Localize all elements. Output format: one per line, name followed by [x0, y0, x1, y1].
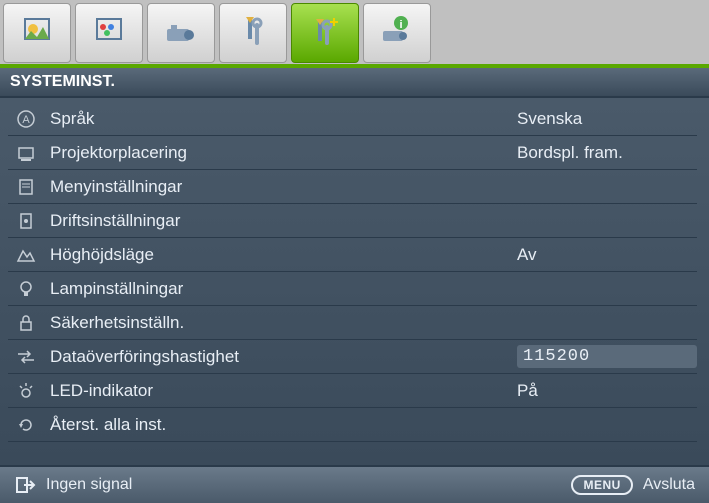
row-label: Säkerhetsinställn.	[44, 313, 517, 333]
row-security-settings[interactable]: Säkerhetsinställn.	[8, 306, 697, 340]
power-icon	[8, 210, 44, 232]
tools-plus-icon	[305, 13, 345, 53]
row-lamp-settings[interactable]: Lampinställningar	[8, 272, 697, 306]
row-baud-rate[interactable]: Dataöverföringshastighet 115200	[8, 340, 697, 374]
bulb-icon	[8, 278, 44, 300]
row-label: LED-indikator	[44, 381, 517, 401]
menu-button-hint[interactable]: MENU	[571, 475, 632, 495]
svg-text:A: A	[22, 114, 30, 126]
row-label: Menyinställningar	[44, 177, 517, 197]
menu-title: SYSTEMINST.	[0, 68, 709, 98]
row-value: På	[517, 381, 697, 401]
projector-info-icon: i	[377, 13, 417, 53]
row-reset-all[interactable]: Återst. alla inst.	[8, 408, 697, 442]
signal-status: Ingen signal	[46, 476, 561, 494]
row-operation-settings[interactable]: Driftsinställningar	[8, 204, 697, 238]
tab-bar: i	[0, 0, 709, 68]
menu-page-icon	[8, 176, 44, 198]
tab-picture[interactable]	[3, 3, 71, 63]
row-label: Driftsinställningar	[44, 211, 517, 231]
row-language[interactable]: A Språk Svenska	[8, 102, 697, 136]
reset-icon	[8, 414, 44, 436]
globe-letter-icon: A	[8, 108, 44, 130]
row-value: Bordspl. fram.	[517, 143, 697, 163]
row-label: Projektorplacering	[44, 143, 517, 163]
screen-palette-icon	[89, 13, 129, 53]
tab-setup-basic[interactable]	[219, 3, 287, 63]
row-value: Svenska	[517, 109, 697, 129]
tools-icon	[233, 13, 273, 53]
tab-info[interactable]: i	[363, 3, 431, 63]
row-high-altitude[interactable]: Höghöjdsläge Av	[8, 238, 697, 272]
tab-source[interactable]	[147, 3, 215, 63]
row-label: Dataöverföringshastighet	[44, 347, 517, 367]
row-projector-position[interactable]: Projektorplacering Bordspl. fram.	[8, 136, 697, 170]
row-value: Av	[517, 245, 697, 265]
row-label: Språk	[44, 109, 517, 129]
osd-menu: i SYSTEMINST. A Språk Svenska Projektorp…	[0, 0, 709, 503]
projector-icon	[161, 13, 201, 53]
row-label: Höghöjdsläge	[44, 245, 517, 265]
tab-setup-advanced[interactable]	[291, 3, 359, 63]
exit-arrow-icon	[14, 474, 36, 496]
row-value: 115200	[517, 345, 697, 368]
screen-sun-icon	[17, 13, 57, 53]
tab-display[interactable]	[75, 3, 143, 63]
svg-text:i: i	[399, 19, 402, 31]
menu-content: A Språk Svenska Projektorplacering Bords…	[0, 98, 709, 465]
mountain-icon	[8, 244, 44, 266]
row-label: Återst. alla inst.	[44, 415, 517, 435]
lock-icon	[8, 312, 44, 334]
position-icon	[8, 142, 44, 164]
row-menu-settings[interactable]: Menyinställningar	[8, 170, 697, 204]
data-transfer-icon	[8, 346, 44, 368]
exit-label: Avsluta	[643, 476, 695, 494]
footer-bar: Ingen signal MENU Avsluta	[0, 465, 709, 503]
led-icon	[8, 380, 44, 402]
row-led-indicator[interactable]: LED-indikator På	[8, 374, 697, 408]
row-label: Lampinställningar	[44, 279, 517, 299]
